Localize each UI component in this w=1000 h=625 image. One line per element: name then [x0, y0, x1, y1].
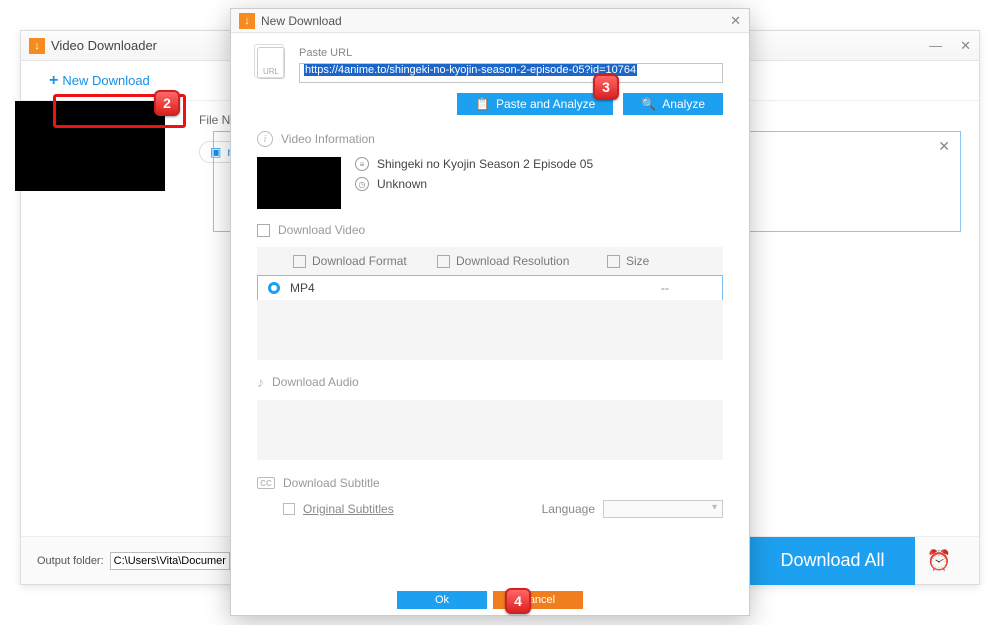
paste-icon: 📋: [475, 97, 490, 111]
plus-icon: +: [49, 72, 58, 90]
ok-button[interactable]: Ok: [397, 591, 487, 609]
minimize-button[interactable]: —: [929, 38, 942, 54]
row-format: MP4: [290, 281, 438, 295]
table-row[interactable]: MP4 --: [257, 275, 723, 301]
callout-4: 4: [505, 588, 531, 614]
video-info: ≡Shingeki no Kyojin Season 2 Episode 05 …: [257, 157, 723, 209]
format-icon: [293, 255, 306, 268]
dialog-footer: Ok Cancel: [231, 591, 749, 609]
table-header: Download Format Download Resolution Size: [257, 247, 723, 275]
title-icon: ≡: [355, 157, 369, 171]
video-duration: Unknown: [377, 177, 427, 191]
row-radio[interactable]: [268, 282, 280, 294]
app-title: Video Downloader: [51, 38, 157, 53]
dialog-body: URL Paste URL https://4anime.to/shingeki…: [231, 33, 749, 518]
audio-icon: ♪: [257, 374, 264, 390]
app-icon: ↓: [29, 38, 45, 54]
new-download-label: New Download: [62, 73, 149, 88]
url-icon: URL: [257, 47, 285, 79]
language-select[interactable]: [603, 500, 723, 518]
download-all-button[interactable]: Download All: [750, 537, 915, 585]
task-thumbnail[interactable]: [15, 101, 165, 191]
new-download-button[interactable]: + New Download: [41, 68, 158, 94]
callout-3: 3: [593, 74, 619, 100]
search-icon: 🔍: [641, 97, 656, 111]
url-value: https://4anime.to/shingeki-no-kyojin-sea…: [304, 64, 637, 76]
format-list-area: [257, 300, 723, 360]
audio-list-area: [257, 400, 723, 460]
resolution-icon: [437, 255, 450, 268]
format-table: Download Format Download Resolution Size…: [257, 247, 723, 360]
close-button[interactable]: ✕: [960, 38, 971, 54]
left-column: [21, 101, 181, 536]
dialog-close-button[interactable]: ✕: [730, 13, 741, 29]
download-subtitle-heading: CC Download Subtitle: [257, 476, 723, 490]
url-input[interactable]: https://4anime.to/shingeki-no-kyojin-sea…: [299, 63, 723, 83]
original-subtitles-checkbox[interactable]: [283, 503, 295, 515]
download-icon: [257, 224, 270, 237]
dialog-titlebar: ↓ New Download ✕: [231, 9, 749, 33]
size-icon: [607, 255, 620, 268]
cc-icon: CC: [257, 477, 275, 489]
callout-2: 2: [154, 90, 180, 116]
video-info-heading: i Video Information: [257, 131, 723, 147]
clock-icon: ◷: [355, 177, 369, 191]
url-row: URL Paste URL https://4anime.to/shingeki…: [257, 47, 723, 83]
info-icon: i: [257, 131, 273, 147]
video-thumbnail: [257, 157, 341, 209]
subtitle-row: Original Subtitles Language: [257, 500, 723, 518]
new-download-dialog: ↓ New Download ✕ URL Paste URL https://4…: [230, 8, 750, 616]
row-size: --: [608, 281, 722, 295]
original-subtitles-label: Original Subtitles: [303, 502, 394, 516]
analyze-button[interactable]: 🔍 Analyze: [623, 93, 723, 115]
download-video-heading: Download Video: [257, 223, 723, 237]
paste-url-label: Paste URL: [299, 47, 723, 59]
dialog-title: New Download: [261, 14, 342, 28]
app-icon: ↓: [239, 13, 255, 29]
video-title: Shingeki no Kyojin Season 2 Episode 05: [377, 157, 593, 171]
detail-close-button[interactable]: ✕: [938, 138, 950, 155]
output-folder-label: Output folder:: [37, 555, 104, 567]
schedule-button[interactable]: ⏰: [915, 537, 963, 585]
paste-analyze-button[interactable]: 📋 Paste and Analyze: [457, 93, 613, 115]
download-audio-heading: ♪ Download Audio: [257, 374, 723, 390]
output-folder-input[interactable]: [110, 552, 230, 570]
language-label: Language: [542, 502, 595, 516]
